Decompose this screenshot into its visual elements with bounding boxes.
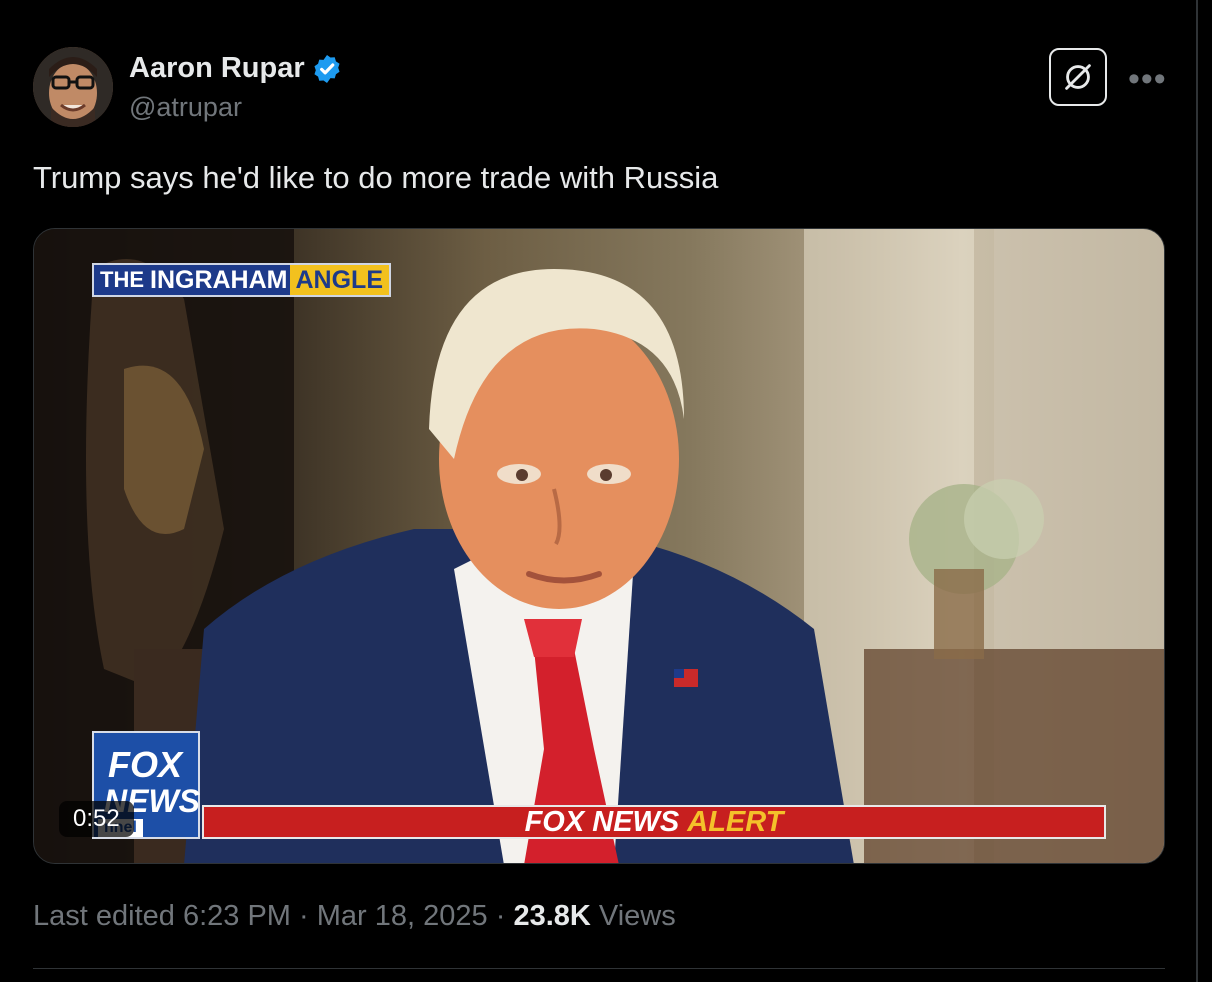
video-frame — [34, 229, 1164, 863]
ticker-alert: ALERT — [687, 805, 784, 838]
grok-icon — [1065, 64, 1091, 90]
edited-timestamp[interactable]: Last edited 6:23 PM — [33, 900, 291, 932]
author-avatar[interactable] — [33, 47, 113, 127]
show-logo: THE INGRAHAM ANGLE — [92, 263, 391, 297]
show-logo-prefix: THE — [100, 267, 144, 292]
video-duration: 0:52 — [59, 801, 134, 837]
fox-bug-line1: FOX — [108, 744, 183, 785]
views-label: Views — [598, 900, 676, 932]
grok-button[interactable] — [1049, 48, 1107, 106]
tweet-meta: Last edited 6:23 PM · Mar 18, 2025 · 23.… — [33, 900, 676, 933]
divider — [33, 968, 1165, 969]
more-options-icon[interactable]: ••• — [1128, 62, 1167, 96]
show-logo-highlight: ANGLE — [289, 265, 389, 295]
column-divider — [1196, 0, 1198, 982]
news-alert-ticker: FOX NEWS ALERT — [202, 805, 1106, 839]
meta-separator: · — [495, 900, 506, 932]
ticker-brand: FOX NEWS — [524, 805, 680, 838]
avatar-photo — [33, 47, 113, 127]
tweet-text: Trump says he'd like to do more trade wi… — [33, 160, 719, 195]
meta-separator: · — [299, 900, 309, 932]
author-handle[interactable]: @atrupar — [129, 92, 242, 123]
views-count: 23.8K — [513, 900, 591, 932]
author-name-row[interactable]: Aaron Rupar — [129, 52, 343, 85]
tweet-date[interactable]: Mar 18, 2025 — [317, 900, 488, 932]
author-name[interactable]: Aaron Rupar — [129, 52, 305, 85]
verified-badge-icon[interactable] — [311, 53, 343, 85]
video-player[interactable]: THE INGRAHAM ANGLE FOX NEWS nnel FOX NEW… — [33, 228, 1165, 864]
show-logo-main: INGRAHAM — [150, 265, 288, 294]
